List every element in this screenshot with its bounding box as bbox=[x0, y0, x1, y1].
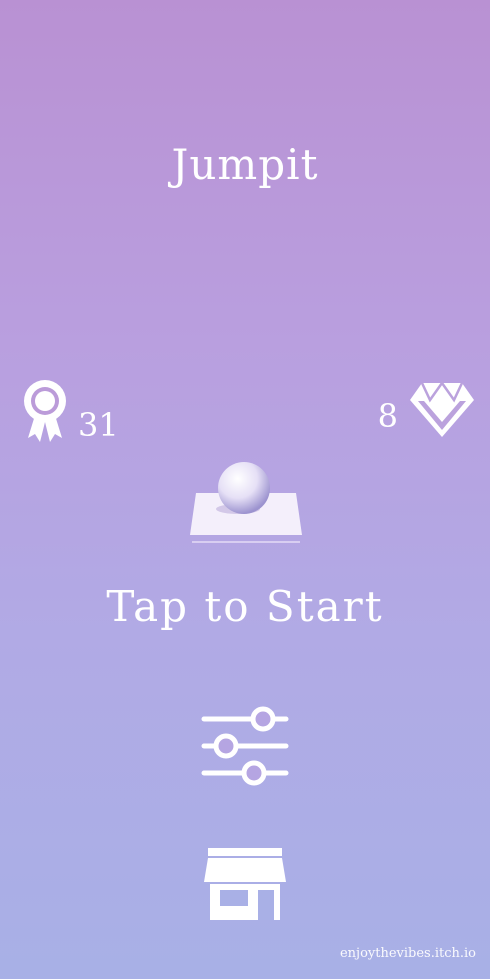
shop-button[interactable] bbox=[202, 846, 288, 922]
gem-count: 8 bbox=[378, 380, 476, 440]
game-title: Jumpit bbox=[171, 140, 319, 189]
tap-to-start-prompt[interactable]: Tap to Start bbox=[0, 582, 490, 631]
sliders-icon bbox=[201, 706, 289, 786]
developer-credit[interactable]: enjoythevibes.itch.io bbox=[340, 946, 476, 961]
storefront-icon bbox=[204, 848, 286, 920]
ball-on-platform bbox=[190, 462, 302, 543]
ribbon-award-icon bbox=[24, 380, 66, 442]
best-score-value: 31 bbox=[78, 406, 119, 444]
best-score: 31 bbox=[20, 376, 119, 444]
gem-count-value: 8 bbox=[377, 397, 398, 435]
diamond-icon bbox=[410, 380, 474, 437]
settings-button[interactable] bbox=[198, 704, 292, 788]
ball bbox=[218, 462, 270, 514]
